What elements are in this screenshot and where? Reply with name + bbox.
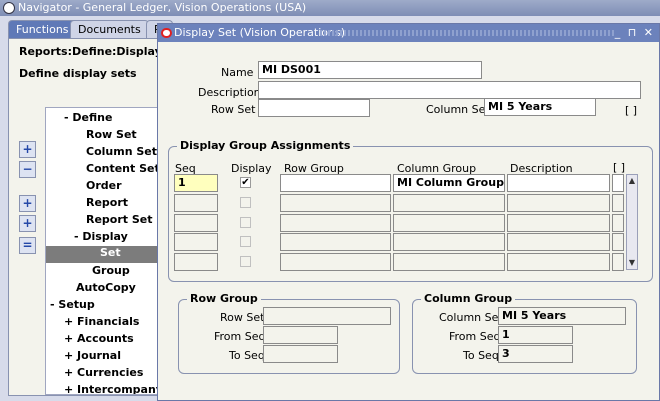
rg-fromseq-label: From Seq <box>214 330 266 343</box>
display-set-title-bar[interactable]: Display Set (Vision Operations) _ ⊓ ✕ <box>158 24 659 42</box>
description-field-1[interactable] <box>507 174 610 192</box>
tree-item-row-set[interactable]: Row Set <box>86 128 137 141</box>
scroll-up-icon[interactable]: ▲ <box>627 175 637 187</box>
description-field-3[interactable] <box>507 214 610 232</box>
description-field-5[interactable] <box>507 253 610 271</box>
columnset-label: Column Set <box>426 103 490 116</box>
columnset-field[interactable]: MI 5 Years <box>484 98 596 116</box>
row-group-field-5[interactable] <box>280 253 391 271</box>
row-group-field-3[interactable] <box>280 214 391 232</box>
name-label: Name <box>221 66 254 79</box>
tree-item-financials[interactable]: + Financials <box>64 315 139 328</box>
name-field[interactable]: MI DS001 <box>258 61 482 79</box>
tree-item-accounts[interactable]: + Accounts <box>64 332 134 345</box>
rg-toseq-label: To Seq <box>229 349 265 362</box>
dga-scrollbar[interactable]: ▲ ▼ <box>626 174 638 270</box>
row-flexfield-1[interactable] <box>612 174 624 192</box>
seq-field-1[interactable]: 1 <box>174 174 218 192</box>
seq-field-2[interactable] <box>174 194 218 212</box>
tree-item-report-set[interactable]: Report Set <box>86 213 153 226</box>
collapse-icon[interactable]: − <box>19 161 36 178</box>
row-group-field-2[interactable] <box>280 194 391 212</box>
display-checkbox-2[interactable] <box>240 197 251 208</box>
description-label: Description <box>198 86 261 99</box>
tree-item-group[interactable]: Group <box>92 264 130 277</box>
description-field[interactable] <box>258 81 641 99</box>
title-bar-grip <box>320 30 615 36</box>
tree-item-content-set[interactable]: Content Set <box>86 162 160 175</box>
tree-item-journal[interactable]: + Journal <box>64 349 121 362</box>
cg-columnset-field[interactable]: MI 5 Years <box>498 307 626 325</box>
rg-toseq-field[interactable] <box>263 345 338 363</box>
tree-item-currencies[interactable]: + Currencies <box>64 366 143 379</box>
dga-flexfield[interactable]: [ ] <box>613 161 625 174</box>
oracle-app-icon <box>3 2 15 14</box>
row-flexfield-5[interactable] <box>612 253 624 271</box>
display-checkbox-1[interactable]: ✔ <box>240 177 251 188</box>
cg-columnset-label: Column Set <box>439 311 503 324</box>
tab-documents[interactable]: Documents <box>70 20 149 38</box>
descriptive-flexfield[interactable]: [ ] <box>625 104 637 117</box>
row-group-field-4[interactable] <box>280 233 391 251</box>
tree-item-autocopy[interactable]: AutoCopy <box>76 281 136 294</box>
tab-functions[interactable]: Functions <box>8 20 77 38</box>
column-group-title: Column Group <box>421 292 516 305</box>
seq-field-3[interactable] <box>174 214 218 232</box>
display-checkbox-5[interactable] <box>240 256 251 267</box>
col-header-display: Display <box>231 162 272 175</box>
tree-item-column-set[interactable]: Column Set <box>86 145 157 158</box>
window-controls[interactable]: _ ⊓ ✕ <box>615 24 655 42</box>
navigator-title-bar: Navigator - General Ledger, Vision Opera… <box>0 0 660 16</box>
function-tree: - Define Row Set Column Set Content Set … <box>45 107 165 395</box>
column-group-field-4[interactable] <box>393 233 505 251</box>
scroll-down-icon[interactable]: ▼ <box>627 257 637 269</box>
cg-toseq-field[interactable]: 3 <box>498 345 573 363</box>
rowset-field[interactable] <box>258 99 370 117</box>
row-group-title: Row Group <box>187 292 261 305</box>
expand-icon[interactable]: + <box>19 141 36 158</box>
tree-item-report[interactable]: Report <box>86 196 128 209</box>
display-checkbox-3[interactable] <box>240 217 251 228</box>
tree-item-set-selected[interactable]: Set <box>46 246 164 263</box>
tree-item-order[interactable]: Order <box>86 179 122 192</box>
column-group-field-2[interactable] <box>393 194 505 212</box>
oracle-logo-icon <box>161 28 172 38</box>
row-flexfield-3[interactable] <box>612 214 624 232</box>
expand-all-icon[interactable]: + <box>19 215 36 232</box>
rg-fromseq-field[interactable] <box>263 326 338 344</box>
cg-fromseq-field[interactable]: 1 <box>498 326 573 344</box>
tree-item-display[interactable]: - Display <box>74 230 128 243</box>
nav-heading: Define display sets <box>19 67 137 80</box>
seq-field-5[interactable] <box>174 253 218 271</box>
row-flexfield-2[interactable] <box>612 194 624 212</box>
description-field-4[interactable] <box>507 233 610 251</box>
row-group-field-1[interactable] <box>280 174 391 192</box>
navigator-title: Navigator - General Ledger, Vision Opera… <box>18 1 307 14</box>
navigator-panel: Reports:Define:Display:Set Define displa… <box>8 38 187 396</box>
rowset-label: Row Set <box>211 103 256 116</box>
tree-item-setup[interactable]: - Setup <box>50 298 95 311</box>
display-set-window: Display Set (Vision Operations) _ ⊓ ✕ Na… <box>157 23 660 401</box>
column-group-field-1[interactable]: MI Column Group1 <box>393 174 505 192</box>
cg-toseq-label: To Seq <box>463 349 499 362</box>
rg-rowset-label: Row Set <box>220 311 265 324</box>
tree-item-intercompany[interactable]: + Intercompany <box>64 383 163 394</box>
seq-field-4[interactable] <box>174 233 218 251</box>
dga-title: Display Group Assignments <box>177 139 354 152</box>
rg-rowset-field[interactable] <box>263 307 391 325</box>
expand-branch-icon[interactable]: + <box>19 195 36 212</box>
column-group-field-5[interactable] <box>393 253 505 271</box>
tree-item-define[interactable]: - Define <box>64 111 112 124</box>
collapse-all-icon[interactable]: = <box>19 237 36 254</box>
cg-fromseq-label: From Seq <box>449 330 501 343</box>
column-group-field-3[interactable] <box>393 214 505 232</box>
description-field-2[interactable] <box>507 194 610 212</box>
row-flexfield-4[interactable] <box>612 233 624 251</box>
display-checkbox-4[interactable] <box>240 236 251 247</box>
